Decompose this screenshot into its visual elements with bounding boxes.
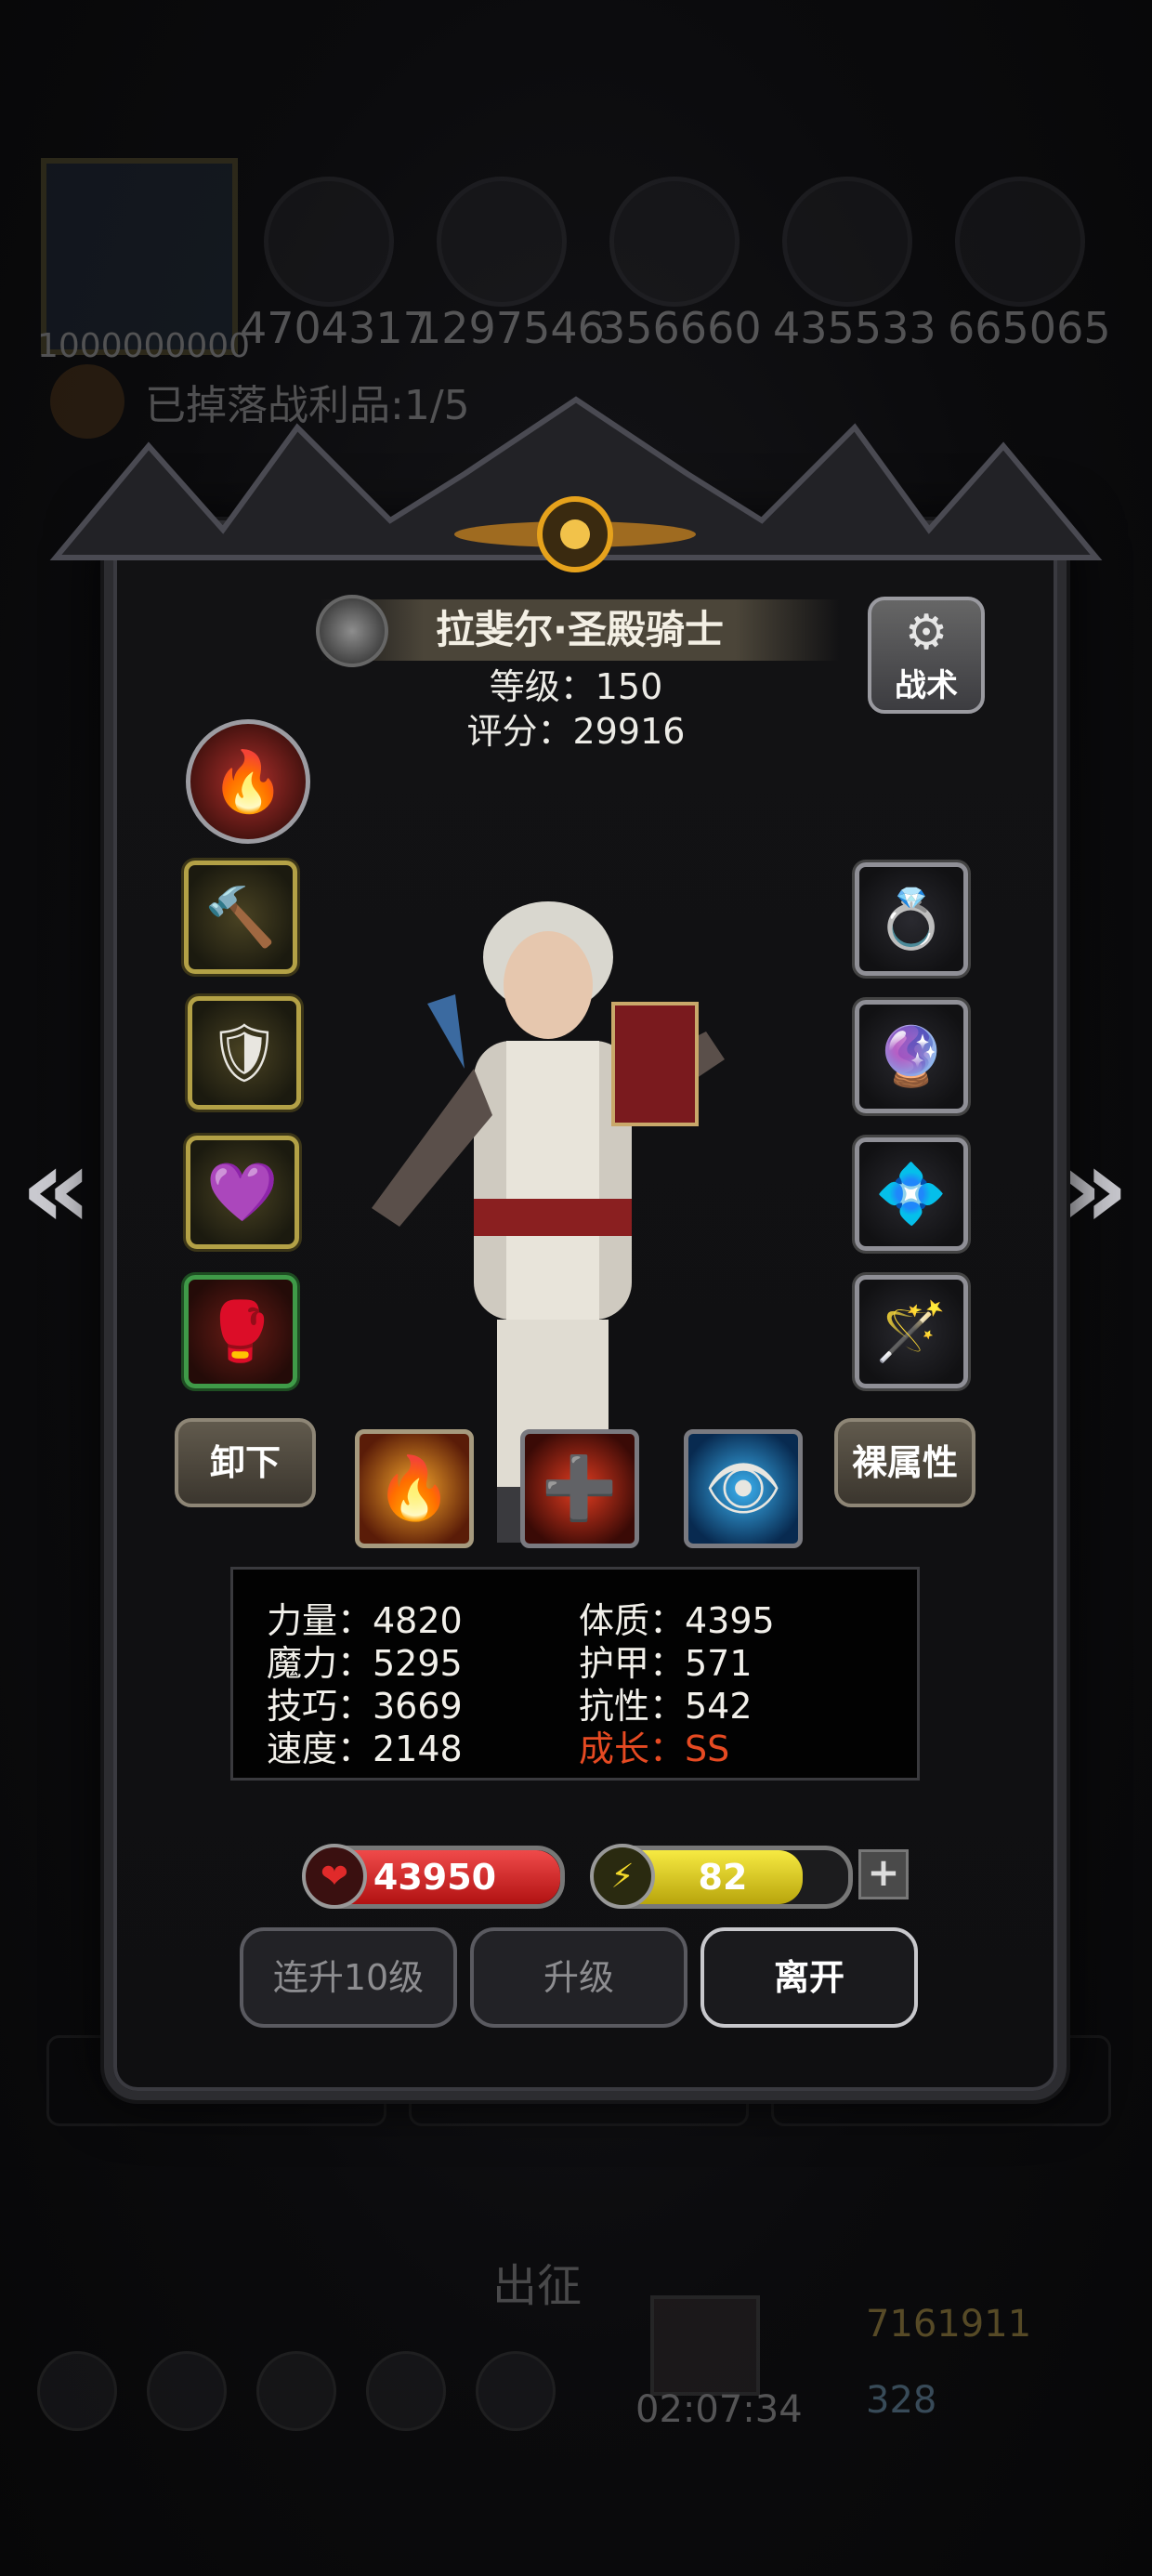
energy-value: 82	[698, 1857, 748, 1898]
unequip-button[interactable]: 卸下	[175, 1418, 316, 1507]
stats-panel: 力量：4820 体质：4395 魔力：5295 护甲：571 技巧：3669 抗…	[230, 1567, 920, 1781]
menu-icon	[476, 2351, 556, 2431]
resource-value: 4704317	[240, 303, 430, 353]
timer: 02:07:34	[635, 2388, 803, 2431]
amulet-slot-icon[interactable]: 💠	[855, 1137, 968, 1251]
class-emblem-icon[interactable]: 🔥	[186, 719, 310, 844]
top-emblem-icon	[454, 496, 696, 572]
resource-icon	[782, 177, 912, 307]
gear-icon: ⚙	[904, 605, 949, 661]
fire-skill-icon[interactable]: 🔥	[355, 1429, 474, 1548]
staff-slot-icon[interactable]: 🪄	[855, 1275, 968, 1388]
gold-amount: 7161911	[866, 2303, 1032, 2346]
armor-slot-icon[interactable]: 🛡	[188, 996, 301, 1110]
resource-icon	[609, 177, 740, 307]
player-portrait	[41, 158, 238, 355]
level-up-button[interactable]: 升级	[470, 1927, 687, 2028]
orb-slot-icon[interactable]: 🔮	[855, 1000, 968, 1113]
eye-skill-icon[interactable]: 👁	[684, 1429, 803, 1548]
depart-label: 出征	[492, 2260, 583, 2312]
rank-badge-icon	[316, 595, 388, 667]
base-attributes-button[interactable]: 裸属性	[834, 1418, 975, 1507]
resource-value: 665065	[948, 303, 1111, 353]
heal-cross-skill-icon[interactable]: ➕	[520, 1429, 639, 1548]
resource-icon	[437, 177, 567, 307]
accessory-slot-icon[interactable]: 💜	[186, 1136, 299, 1249]
resource-value: 356660	[598, 303, 762, 353]
ring-slot-icon[interactable]: 💍	[855, 862, 968, 976]
gift-icon	[650, 2295, 760, 2396]
hp-bar: ❤ 43950	[302, 1844, 565, 1909]
resource-icon	[955, 177, 1085, 307]
hero-level: 等级：150	[489, 666, 663, 707]
add-energy-button[interactable]: +	[858, 1849, 909, 1899]
gauntlet-slot-icon[interactable]: 🥊	[184, 1275, 297, 1388]
menu-icon	[256, 2351, 336, 2431]
tactics-button[interactable]: ⚙ 战术	[868, 597, 985, 714]
resource-value: 1297546	[414, 303, 605, 353]
resource-icon	[264, 177, 394, 307]
leave-button[interactable]: 离开	[700, 1927, 918, 2028]
next-hero-arrow[interactable]: »	[1057, 1124, 1130, 1254]
energy-bar: ⚡ 82	[590, 1844, 853, 1909]
hero-name: 拉斐尔·圣殿骑士	[320, 599, 840, 661]
menu-icon	[366, 2351, 446, 2431]
stat-speed: 速度：2148	[267, 1728, 463, 1769]
tactics-label: 战术	[895, 667, 958, 704]
hp-value: 43950	[373, 1857, 497, 1898]
menu-icon	[147, 2351, 227, 2431]
resource-value: 1000000000	[37, 327, 251, 365]
menu-icon	[37, 2351, 117, 2431]
level-up-10-button[interactable]: 连升10级	[240, 1927, 457, 2028]
resource-value: 435533	[773, 303, 936, 353]
prev-hero-arrow[interactable]: «	[20, 1124, 93, 1254]
weapon-slot-hammer-icon[interactable]: 🔨	[184, 861, 297, 974]
hero-score: 评分：29916	[466, 711, 686, 752]
gem-amount: 328	[866, 2379, 937, 2422]
stat-growth: 成长：SS	[579, 1728, 730, 1769]
